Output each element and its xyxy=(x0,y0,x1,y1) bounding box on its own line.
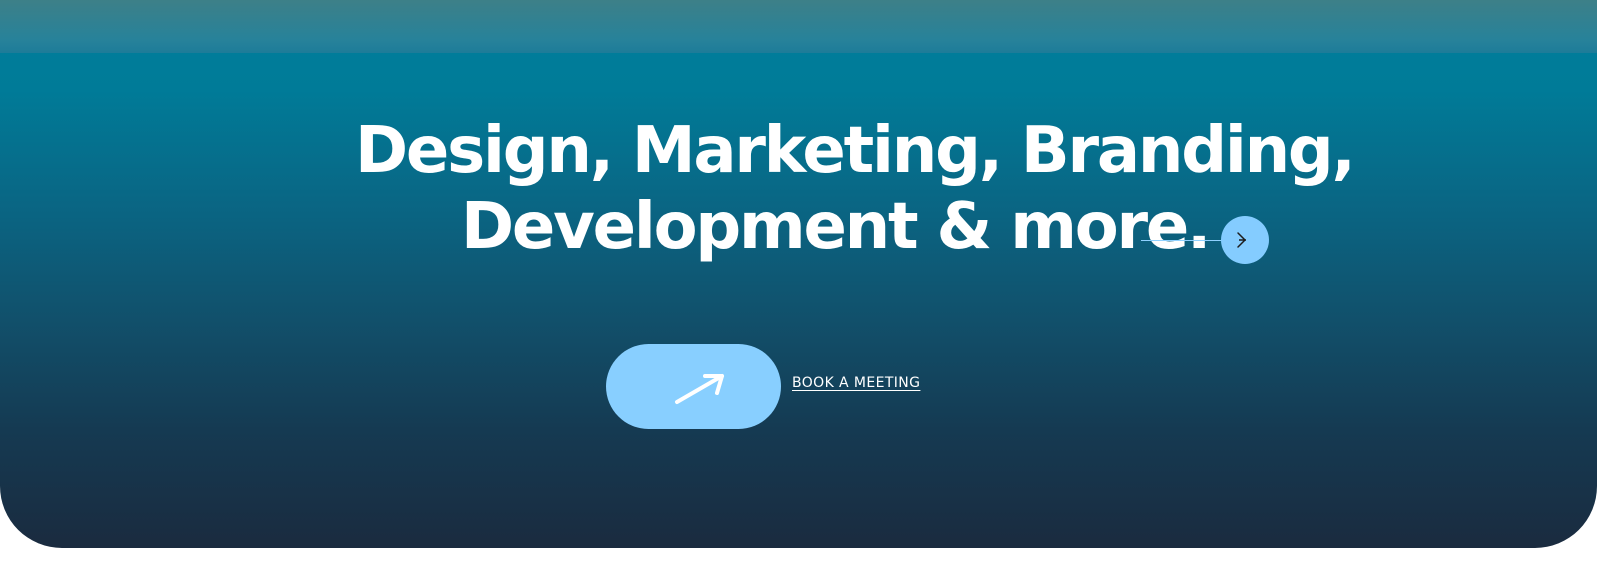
arrow-up-right-icon xyxy=(675,374,724,404)
services-arrow-link[interactable] xyxy=(1141,216,1269,264)
headline-line-1: Design, Marketing, Branding, xyxy=(355,114,1356,188)
hero-section: Design, Marketing, Branding, Development… xyxy=(0,0,1597,548)
book-meeting-button[interactable] xyxy=(606,344,781,429)
arrow-right-icon xyxy=(1237,232,1246,248)
top-band xyxy=(0,0,1597,53)
headline-line-2: Development & more. xyxy=(461,190,1211,264)
book-meeting-link[interactable]: BOOK A MEETING xyxy=(792,375,920,391)
